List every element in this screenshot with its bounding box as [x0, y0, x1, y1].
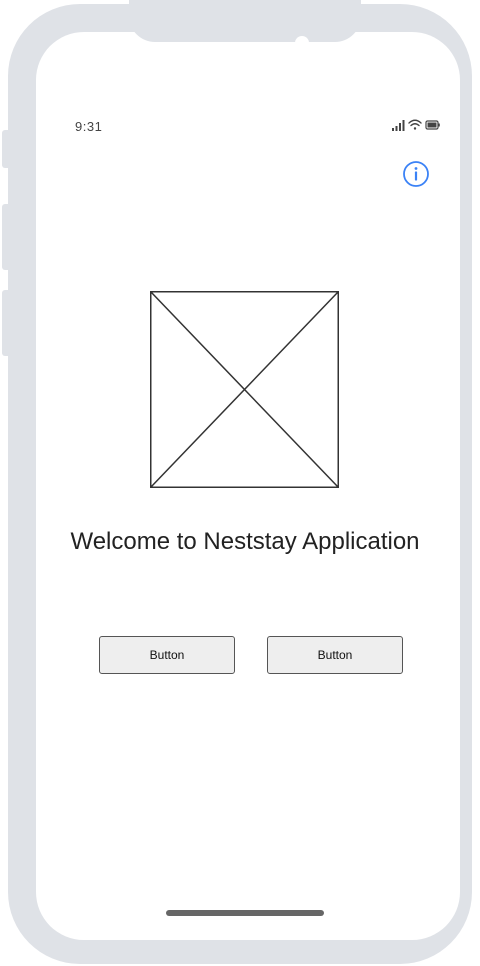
- speaker-grille: [213, 46, 269, 52]
- welcome-title: Welcome to Neststay Application: [70, 528, 420, 555]
- primary-button[interactable]: Button: [99, 636, 235, 674]
- signal-icon: [392, 120, 405, 131]
- battery-icon: [425, 120, 440, 130]
- home-indicator[interactable]: [166, 910, 324, 916]
- image-placeholder-icon: [150, 291, 339, 488]
- status-time: 9:31: [75, 119, 103, 134]
- info-icon[interactable]: [402, 160, 430, 188]
- front-camera: [295, 36, 309, 50]
- phone-notch: [129, 0, 361, 42]
- wifi-icon: [408, 119, 422, 130]
- secondary-button[interactable]: Button: [267, 636, 403, 674]
- status-icons: [392, 119, 440, 131]
